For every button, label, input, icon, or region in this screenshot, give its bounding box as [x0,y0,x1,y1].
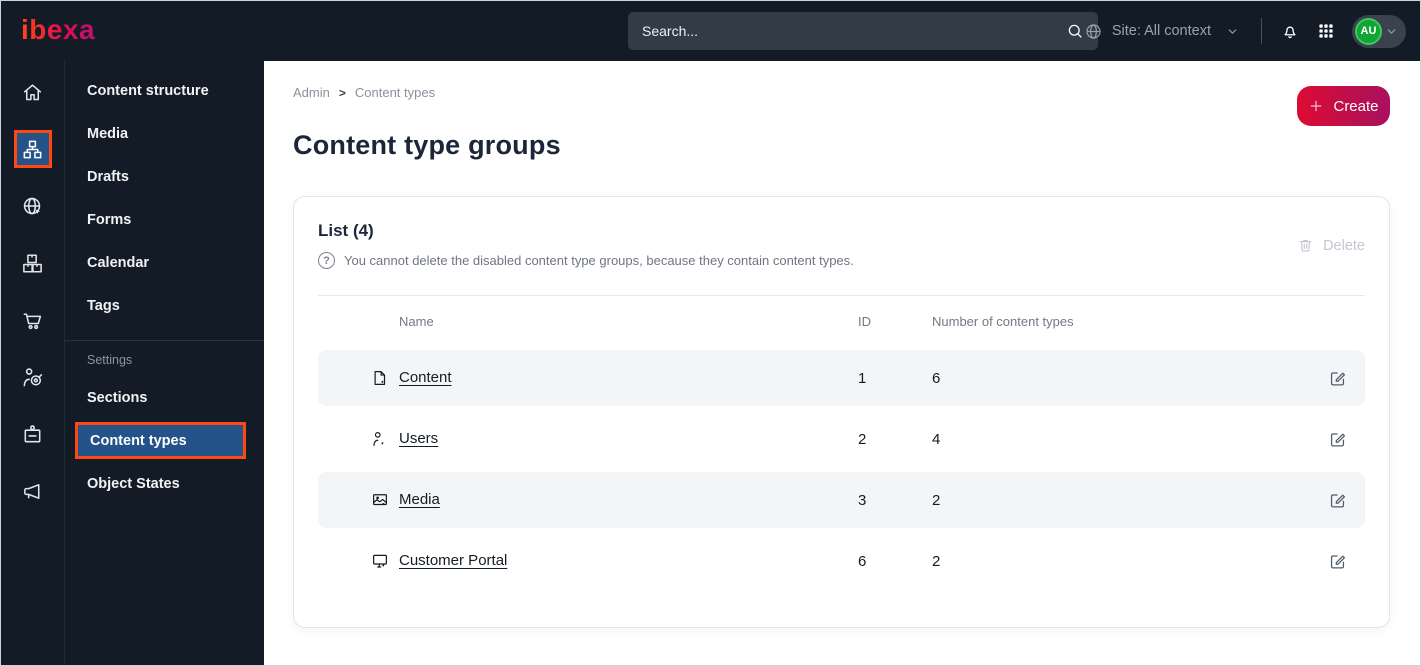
delete-button[interactable]: Delete [1297,237,1365,254]
topbar-divider [1261,18,1262,44]
home-icon [21,81,44,104]
edit-icon [1328,369,1347,388]
avatar: AU [1355,17,1382,45]
create-button[interactable]: Create [1297,86,1390,126]
table-row: Users 2 4 [318,411,1365,467]
card-divider [318,295,1365,296]
create-button-label: Create [1333,97,1379,115]
topbar: ibexa Site: All context [1,1,1420,61]
breadcrumb-admin[interactable]: Admin [293,85,330,100]
group-count: 2 [932,491,941,509]
rail-item-dashboard[interactable] [14,73,52,111]
group-id: 3 [858,491,867,509]
sidebar: Content structure Media Drafts Forms Cal… [65,61,264,665]
table-header: Name ID Number of content types [318,297,1365,345]
search-bar[interactable] [628,12,1098,50]
main-content: Admin > Content types Create Content typ… [264,61,1420,665]
rail-item-personalization[interactable] [14,358,52,396]
rail-item-content[interactable] [13,130,52,168]
breadcrumb-current: Content types [354,85,436,100]
sidebar-divider [65,340,264,341]
sidebar-item-forms[interactable]: Forms [65,198,264,241]
site-context-label: Site: All context [1111,23,1211,39]
question-circle-icon: ? [318,252,335,269]
chevron-down-icon [1385,25,1398,38]
breadcrumb-separator: > [338,85,346,100]
file-icon [371,369,399,387]
group-link[interactable]: Content [399,369,452,386]
group-id: 6 [858,552,867,570]
group-id: 1 [858,369,867,387]
info-row: ? You cannot delete the disabled content… [318,252,1365,269]
cart-icon [21,309,44,332]
page-title: Content type groups [293,130,561,160]
delete-button-label: Delete [1323,237,1365,254]
content-type-groups-card: List (4) ? You cannot delete the disable… [293,196,1390,628]
sidebar-item-calendar[interactable]: Calendar [65,241,264,284]
sidebar-item-tags[interactable]: Tags [65,284,264,327]
chevron-down-icon [1226,25,1239,38]
megaphone-icon [21,480,44,503]
group-link[interactable]: Media [399,491,440,508]
column-header-name: Name [399,313,434,329]
table-row: Content 1 6 [318,350,1365,406]
user-icon [371,430,399,448]
group-count: 6 [932,369,941,387]
trash-icon [1297,237,1314,254]
badge-icon [21,423,44,446]
group-link[interactable]: Users [399,430,438,447]
user-menu[interactable]: AU [1352,14,1406,48]
rail-item-admin[interactable] [14,415,52,453]
site-context-selector[interactable]: Site: All context [1084,22,1239,41]
monitor-icon [371,552,399,570]
sidebar-item-media[interactable]: Media [65,112,264,155]
packages-icon [21,252,44,275]
search-input[interactable] [642,23,1066,39]
table-row: Media 3 2 [318,472,1365,528]
column-header-id: ID [858,313,871,329]
globe-icon [1084,22,1103,41]
sidebar-item-sections[interactable]: Sections [65,376,264,419]
globe-cursor-icon [21,195,44,218]
edit-button[interactable] [1325,369,1349,388]
image-icon [371,491,399,509]
rail-item-marketing[interactable] [14,472,52,510]
grid-icon [1317,22,1335,40]
icon-rail [1,61,65,665]
edit-icon [1328,552,1347,571]
edit-icon [1328,430,1347,449]
edit-button[interactable] [1325,552,1349,571]
plus-icon [1308,98,1324,114]
bell-icon [1280,21,1300,41]
person-target-icon [21,366,44,389]
sidebar-item-object-states[interactable]: Object States [65,462,264,505]
topbar-right-cluster: Site: All context AU [1084,1,1406,61]
list-title: List (4) [318,221,374,240]
apps-menu-button[interactable] [1317,22,1335,40]
group-link[interactable]: Customer Portal [399,552,507,569]
rail-item-commerce[interactable] [14,301,52,339]
group-count: 4 [932,430,941,448]
sidebar-item-content-types[interactable]: Content types [75,422,246,459]
sitemap-icon [21,138,44,161]
group-id: 2 [858,430,867,448]
table-row: Customer Portal 6 2 [318,533,1365,589]
search-icon[interactable] [1066,22,1084,40]
sidebar-item-drafts[interactable]: Drafts [65,155,264,198]
app-window: ibexa Site: All context [0,0,1421,666]
breadcrumb: Admin > Content types [293,85,1390,100]
rail-item-site[interactable] [14,187,52,225]
edit-icon [1328,491,1347,510]
notifications-button[interactable] [1280,21,1300,41]
ibexa-logo[interactable]: ibexa [21,14,95,46]
sidebar-item-content-structure[interactable]: Content structure [65,69,264,112]
info-text: You cannot delete the disabled content t… [344,253,854,268]
edit-button[interactable] [1325,491,1349,510]
edit-button[interactable] [1325,430,1349,449]
group-count: 2 [932,552,941,570]
column-header-count: Number of content types [932,313,1074,329]
sidebar-settings-label: Settings [87,353,133,367]
rail-item-products[interactable] [14,244,52,282]
